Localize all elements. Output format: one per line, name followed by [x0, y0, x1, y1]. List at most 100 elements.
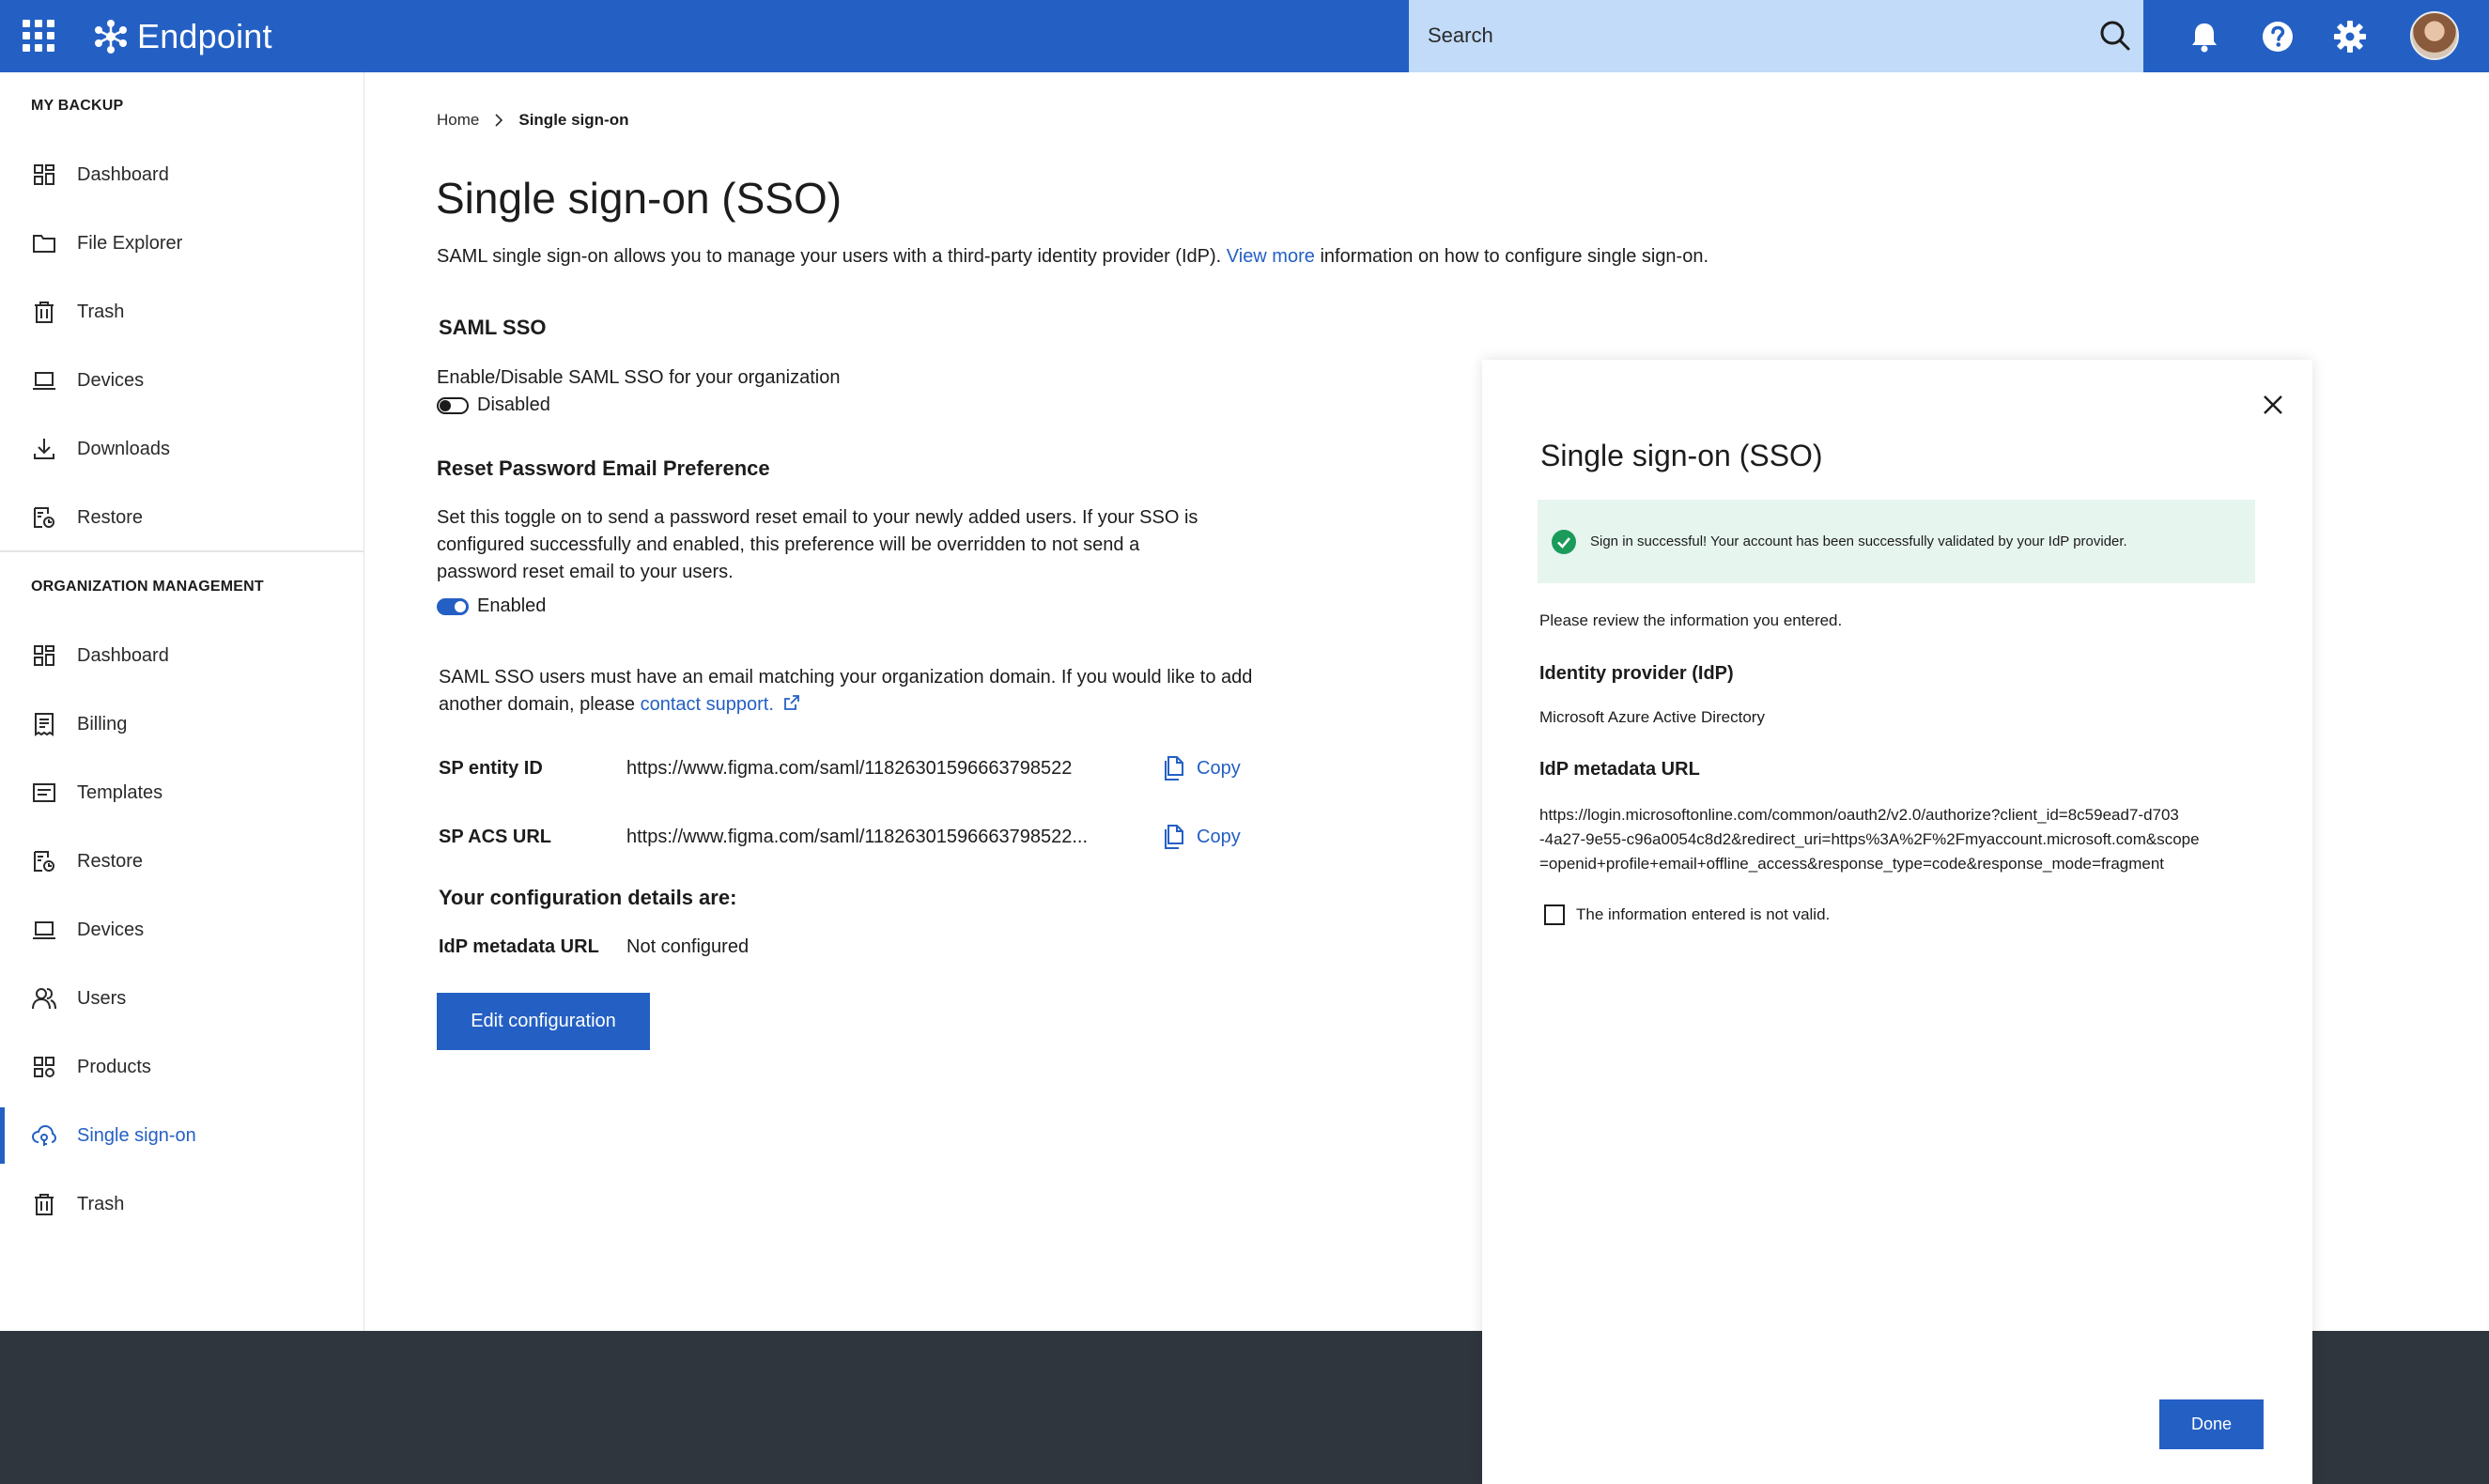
contact-support-link[interactable]: contact support.	[641, 694, 774, 715]
brand-logo[interactable]: Endpoint	[92, 13, 272, 60]
sidebar-item-label: Devices	[77, 919, 145, 940]
top-bar: Endpoint	[0, 0, 2489, 72]
sidebar-item-label: Single sign-on	[77, 1124, 196, 1146]
sp-entity-id-label: SP entity ID	[439, 758, 543, 779]
sidebar-item-org-trash[interactable]: Trash	[0, 1176, 363, 1232]
sidebar-item-backup-devices[interactable]: Devices	[0, 352, 363, 409]
edit-configuration-button[interactable]: Edit configuration	[437, 993, 650, 1050]
dashboard-icon	[34, 164, 54, 185]
gear-icon[interactable]	[2331, 18, 2369, 55]
sidebar-item-users[interactable]: Users	[0, 970, 363, 1027]
page-title: Single sign-on (SSO)	[436, 174, 843, 223]
view-more-link[interactable]: View more	[1227, 246, 1315, 267]
bell-icon[interactable]	[2186, 18, 2223, 55]
sidebar-item-label: Restore	[77, 850, 144, 872]
saml-sso-toggle[interactable]	[437, 397, 469, 414]
saml-toggle-description: Enable/Disable SAML SSO for your organiz…	[437, 367, 841, 388]
saml-toggle-state: Disabled	[477, 394, 550, 415]
reset-password-description: Set this toggle on to send a password re…	[437, 504, 1198, 586]
sidebar-item-downloads[interactable]: Downloads	[0, 421, 363, 477]
saml-sso-heading: SAML SSO	[439, 316, 547, 339]
brand-name: Endpoint	[137, 17, 272, 55]
search-bar	[1409, 0, 2143, 72]
reset-password-toggle[interactable]	[437, 598, 469, 615]
search-icon[interactable]	[2098, 19, 2132, 53]
copy-label: Copy	[1197, 826, 1241, 847]
sp-acs-url-label: SP ACS URL	[439, 827, 552, 847]
copy-label: Copy	[1197, 757, 1241, 779]
sidebar-item-label: Devices	[77, 369, 145, 391]
configuration-heading: Your configuration details are:	[439, 886, 737, 909]
sidebar-item-label: Restore	[77, 506, 144, 528]
sidebar-item-backup-dashboard[interactable]: Dashboard	[0, 147, 363, 203]
sidebar-item-backup-restore[interactable]: Restore	[0, 489, 363, 546]
app-launcher-icon[interactable]	[23, 20, 54, 52]
download-icon	[34, 439, 54, 459]
page-description-text: SAML single sign-on allows you to manage…	[437, 246, 1227, 267]
sidebar-item-backup-trash[interactable]: Trash	[0, 284, 363, 340]
idp-metadata-url-label: IdP metadata URL	[439, 936, 599, 957]
domain-note-line: another domain, please	[439, 694, 641, 715]
breadcrumb-current: Single sign-on	[518, 111, 629, 129]
sidebar-item-file-explorer[interactable]: File Explorer	[0, 215, 363, 271]
external-link-icon[interactable]	[782, 693, 801, 712]
sp-acs-url-value: https://www.figma.com/saml/1182630159666…	[626, 827, 1089, 847]
help-icon[interactable]	[2259, 18, 2296, 55]
done-button[interactable]: Done	[2159, 1399, 2264, 1449]
url-line: =openid+profile+email+offline_access&res…	[1539, 855, 2165, 873]
page-description-text-end: information on how to configure single s…	[1314, 246, 1709, 267]
invalid-info-label[interactable]: The information entered is not valid.	[1576, 905, 1830, 924]
sidebar-item-org-dashboard[interactable]: Dashboard	[0, 627, 363, 684]
dashboard-icon	[34, 645, 54, 666]
sidebar-item-label: Downloads	[77, 438, 170, 459]
sidebar-item-billing[interactable]: Billing	[0, 696, 363, 752]
success-alert: Sign in successful! Your account has bee…	[1538, 500, 2255, 583]
identity-provider-heading: Identity provider (IdP)	[1539, 663, 1734, 684]
invalid-info-checkbox[interactable]	[1544, 904, 1565, 925]
copy-icon	[1165, 825, 1183, 849]
products-icon	[34, 1057, 54, 1077]
review-instruction: Please review the information you entere…	[1539, 611, 1843, 629]
sidebar-item-label: Users	[77, 987, 127, 1009]
folder-icon	[33, 235, 55, 253]
trash-icon	[35, 1194, 54, 1215]
billing-icon	[35, 713, 54, 736]
panel-title: Single sign-on (SSO)	[1540, 439, 1823, 472]
org-management-section-title: ORGANIZATION MANAGEMENT	[31, 579, 264, 595]
restore-icon	[34, 507, 54, 528]
sidebar-item-org-devices[interactable]: Devices	[0, 902, 363, 958]
templates-icon	[33, 783, 55, 802]
idp-metadata-url-text: https://login.microsoftonline.com/common…	[1539, 803, 2253, 876]
sidebar-item-label: Trash	[77, 301, 125, 322]
copy-sp-entity-id-button[interactable]: Copy	[1163, 754, 1241, 782]
sidebar-item-label: Trash	[77, 1193, 125, 1214]
user-avatar[interactable]	[2410, 11, 2459, 60]
chevron-right-icon	[495, 114, 503, 127]
page-description: SAML single sign-on allows you to manage…	[437, 246, 1708, 268]
sidebar-item-org-restore[interactable]: Restore	[0, 833, 363, 889]
url-line: https://login.microsoftonline.com/common…	[1539, 806, 2179, 824]
sidebar-item-label: Billing	[77, 713, 128, 734]
sidebar-item-label: Dashboard	[77, 163, 169, 185]
breadcrumb-home-link[interactable]: Home	[437, 111, 479, 130]
identity-provider-value: Microsoft Azure Active Directory	[1539, 708, 1765, 726]
sidebar-item-label: Dashboard	[77, 644, 169, 666]
close-icon[interactable]	[2260, 392, 2286, 418]
copy-sp-acs-url-button[interactable]: Copy	[1163, 823, 1241, 851]
idp-metadata-url-heading: IdP metadata URL	[1539, 759, 1700, 780]
sidebar-item-label: Products	[77, 1056, 151, 1077]
laptop-icon	[33, 372, 55, 390]
idp-metadata-url-value: Not configured	[626, 936, 750, 957]
endpoint-logo-icon	[95, 20, 127, 54]
url-line: -4a27-9e55-c96a0054c8d2&redirect_uri=htt…	[1539, 830, 2200, 848]
sidebar-item-products[interactable]: Products	[0, 1039, 363, 1095]
reset-desc-line: password reset email to your users.	[437, 562, 734, 582]
trash-icon	[35, 301, 54, 323]
sidebar-divider	[0, 550, 363, 552]
search-input[interactable]	[1428, 17, 2066, 54]
reset-password-heading: Reset Password Email Preference	[437, 456, 770, 480]
sidebar-item-templates[interactable]: Templates	[0, 765, 363, 821]
domain-note: SAML SSO users must have an email matchi…	[439, 664, 1252, 719]
laptop-icon	[33, 921, 55, 939]
sidebar-item-single-sign-on[interactable]: Single sign-on	[0, 1107, 363, 1164]
